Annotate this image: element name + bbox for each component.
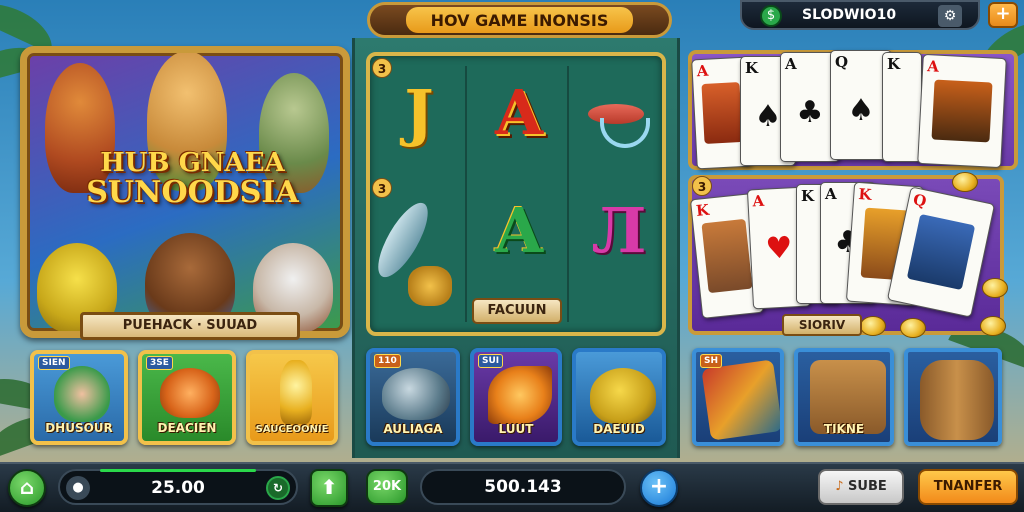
tile-badge: SUI	[478, 354, 504, 368]
slot-reels[interactable]: 3 3 J A A Л	[366, 52, 666, 336]
game-header: HOV GAME INONSIS	[367, 2, 672, 38]
game-tile-5[interactable]: SUI LUUT	[470, 348, 562, 446]
featured-game-banner[interactable]: PUEHACK · SUUAD	[80, 312, 300, 340]
plus-icon: +	[649, 474, 669, 499]
game-tile-3[interactable]: SAUCEOONIE	[246, 350, 338, 445]
balance-value: 25.00	[151, 478, 205, 498]
balance-indicator	[100, 469, 256, 472]
speaker-icon: ♪	[835, 479, 849, 494]
game-tile-2[interactable]: 3SE DEACIEN	[138, 350, 236, 445]
card-rank: A	[926, 57, 940, 76]
balance-display: ● 25.00 ↻	[58, 469, 298, 505]
card-rank: A	[696, 61, 709, 81]
card-rank: A	[752, 191, 765, 211]
card-rank: K	[801, 187, 815, 205]
card-rank: K	[695, 200, 711, 220]
tile-label: SAUCEOONIE	[255, 424, 329, 435]
coin-icon	[860, 316, 886, 336]
tile-label: TIKNE	[823, 422, 865, 436]
card-rank: A	[785, 55, 797, 73]
card-rank: K	[857, 185, 873, 204]
player-status-bar: $ SLODWIO10 ⚙	[740, 0, 980, 30]
tile-label: DEACIEN	[157, 421, 217, 435]
card-rank: Q	[911, 190, 929, 211]
add-funds-button[interactable]: +	[988, 2, 1018, 28]
tarot-card-icon	[701, 359, 780, 441]
game-tile-7[interactable]: SH	[692, 348, 784, 446]
fish-character-icon	[382, 368, 450, 420]
refresh-icon[interactable]: ↻	[266, 476, 290, 500]
coin-icon	[900, 318, 926, 338]
golden-vase-icon	[280, 360, 312, 424]
row-badge: 3	[692, 176, 712, 196]
playing-card[interactable]: A	[917, 53, 1007, 169]
game-tile-9[interactable]	[904, 348, 1002, 446]
card-rank: K	[745, 59, 759, 77]
card-rank: A	[825, 185, 837, 203]
title-line-2: SUNOODSIA	[86, 175, 299, 211]
player-id-text: SLODWIO10	[802, 7, 897, 23]
frog-character-icon	[590, 368, 656, 424]
spin-action-button[interactable]: FACUUN	[472, 298, 562, 324]
tile-label: DAEUID	[593, 422, 645, 436]
transfer-button[interactable]: TNANFER	[918, 469, 1018, 505]
card-table-banner[interactable]: SIORIV	[782, 314, 862, 336]
tile-label: DHUSOUR	[45, 421, 113, 435]
multiplier-button[interactable]: 20K	[366, 469, 408, 505]
row-badge: 3	[372, 58, 392, 78]
game-tile-1[interactable]: SIEN DHUSOUR	[30, 350, 128, 445]
home-button[interactable]: ⌂	[8, 469, 46, 507]
playing-card[interactable]: K	[882, 52, 922, 162]
coin-icon	[980, 316, 1006, 336]
game-tile-4[interactable]: 110 AULIAGA	[366, 348, 460, 446]
title-line-1: HUB GNAEA	[100, 148, 285, 178]
sound-button[interactable]: ♪ SUBE	[818, 469, 904, 505]
fishing-catch-icon	[369, 188, 460, 318]
tile-badge: SH	[700, 354, 723, 368]
barrel-icon	[920, 360, 994, 440]
tile-label: AULIAGA	[383, 422, 443, 436]
reel-symbol: Л	[591, 194, 647, 267]
settings-icon[interactable]: ⚙	[938, 5, 962, 27]
game-tile-8[interactable]: TIKNE	[794, 348, 894, 446]
fish-icon	[582, 84, 654, 154]
plus-icon: +	[995, 3, 1011, 24]
coin-icon	[982, 278, 1008, 298]
tile-badge: 3SE	[146, 356, 173, 370]
arrow-up-icon: ⬆	[320, 475, 338, 499]
total-display: 500.143	[420, 469, 626, 505]
featured-game-title: HUB GNAEA SUNOODSIA	[85, 148, 300, 211]
card-rank: K	[887, 55, 901, 73]
tile-badge: SIEN	[38, 356, 70, 370]
home-icon: ⌂	[19, 475, 35, 499]
coin-icon: $	[760, 5, 782, 27]
reel-symbol: A	[494, 76, 544, 149]
tile-badge: 110	[374, 354, 401, 368]
shell-icon	[160, 368, 220, 418]
reel-symbol: A	[494, 194, 544, 267]
reel-symbol: J	[404, 76, 434, 149]
game-tile-6[interactable]: DAEUID	[572, 348, 666, 446]
tile-1-character-icon	[54, 366, 110, 422]
feather-icon	[488, 366, 552, 424]
sound-button-label: SUBE	[848, 479, 887, 494]
game-header-title: HOV GAME INONSIS	[406, 7, 633, 33]
card-rank: Q	[835, 53, 849, 71]
bet-up-button[interactable]: ⬆	[310, 469, 348, 507]
tile-label: LUUT	[498, 422, 534, 436]
coin-icon	[952, 172, 978, 192]
add-bet-button[interactable]: +	[640, 469, 678, 507]
user-icon: ●	[66, 476, 90, 500]
